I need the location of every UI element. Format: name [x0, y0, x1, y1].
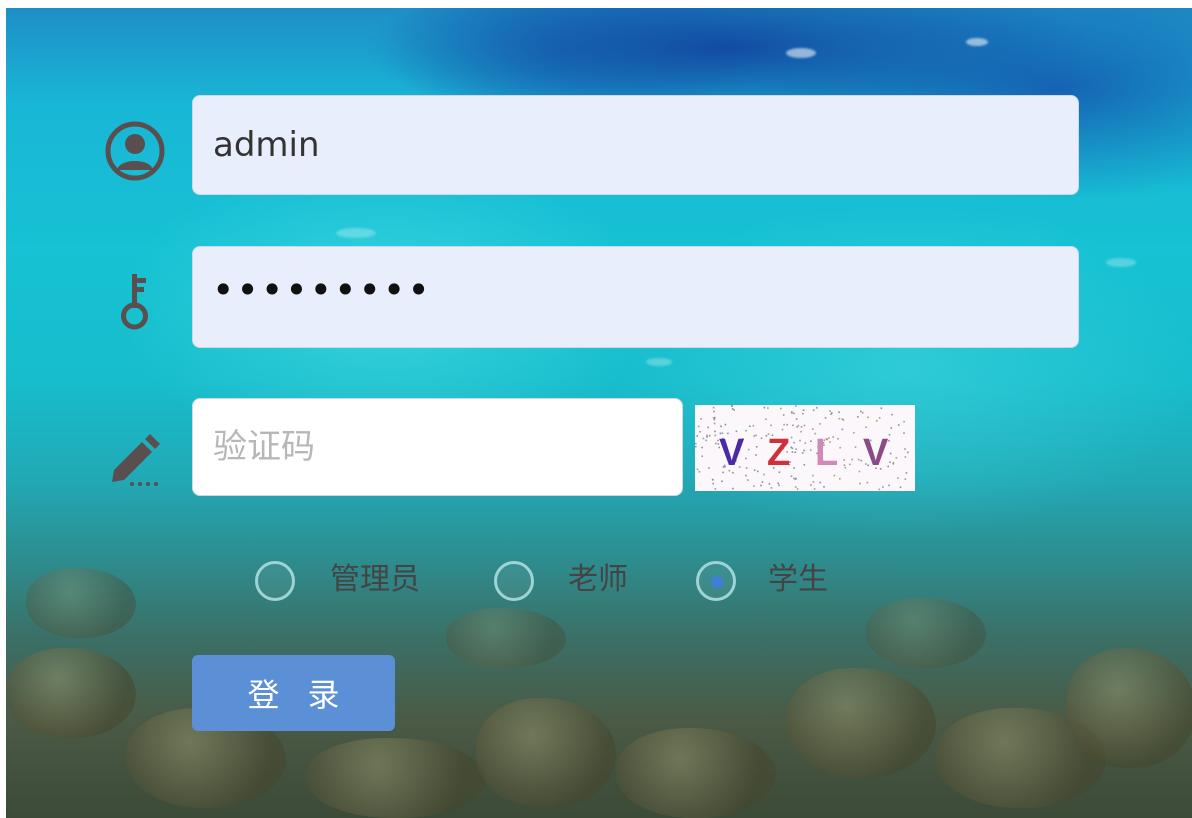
- role-label-student: 学生: [768, 562, 828, 597]
- username-input[interactable]: [192, 95, 1079, 195]
- captcha-char-4: V: [863, 432, 889, 474]
- user-avatar-icon: [105, 121, 165, 181]
- role-radio-teacher[interactable]: [494, 561, 534, 601]
- role-label-admin: 管理员: [330, 562, 420, 597]
- pencil-icon: [112, 434, 160, 486]
- role-radio-admin[interactable]: [255, 561, 295, 601]
- captcha-char-2: Z: [767, 432, 790, 474]
- role-label-teacher: 老师: [568, 562, 628, 597]
- login-button[interactable]: 登录: [192, 655, 395, 731]
- captcha-image[interactable]: V Z L V: [695, 405, 915, 491]
- password-input[interactable]: [192, 246, 1079, 348]
- captcha-char-1: V: [719, 432, 745, 474]
- captcha-char-3: L: [815, 432, 838, 474]
- key-icon: [121, 274, 148, 330]
- role-radio-student[interactable]: [696, 561, 736, 601]
- captcha-input[interactable]: [192, 398, 683, 496]
- radio-selected-dot: [711, 576, 723, 588]
